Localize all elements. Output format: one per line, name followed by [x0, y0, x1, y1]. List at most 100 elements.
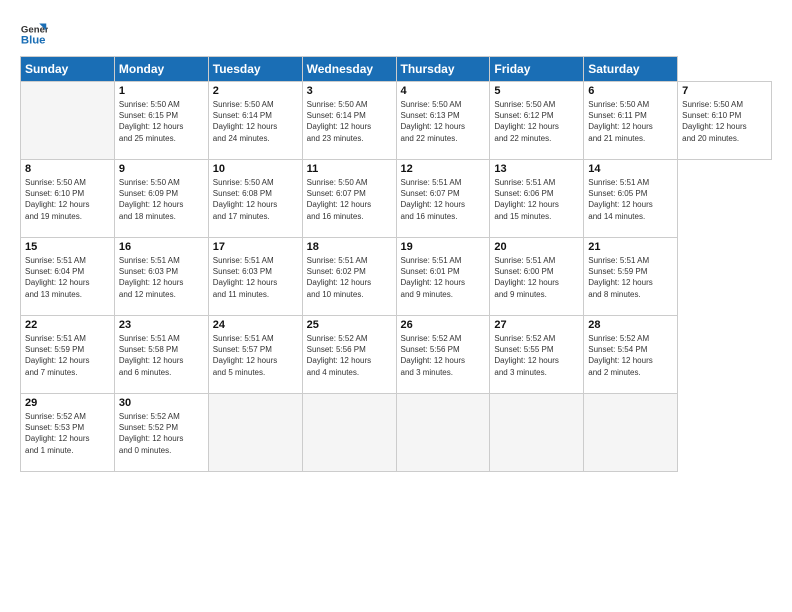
calendar-day-cell: 4 Sunrise: 5:50 AMSunset: 6:13 PMDaylight… — [396, 82, 490, 160]
calendar-day-cell: 18 Sunrise: 5:51 AMSunset: 6:02 PMDayligh… — [302, 238, 396, 316]
day-info: Sunrise: 5:52 AMSunset: 5:55 PMDaylight:… — [494, 333, 579, 378]
day-info: Sunrise: 5:51 AMSunset: 6:03 PMDaylight:… — [119, 255, 204, 300]
header: General Blue — [20, 16, 772, 48]
calendar-day-cell: 9Sunrise: 5:50 AMSunset: 6:09 PMDaylight… — [114, 160, 208, 238]
weekday-header: Friday — [490, 57, 584, 82]
calendar-day-cell: 11Sunrise: 5:50 AMSunset: 6:07 PMDayligh… — [302, 160, 396, 238]
calendar-day-cell: 24 Sunrise: 5:51 AMSunset: 5:57 PMDayligh… — [208, 316, 302, 394]
day-number: 5 — [494, 85, 579, 97]
day-number: 1 — [119, 85, 204, 97]
day-number: 22 — [25, 319, 110, 331]
day-info: Sunrise: 5:50 AMSunset: 6:14 PMDaylight:… — [307, 99, 392, 144]
calendar-day-cell: 3 Sunrise: 5:50 AMSunset: 6:14 PMDaylight… — [302, 82, 396, 160]
calendar-day-cell: 30 Sunrise: 5:52 AMSunset: 5:52 PMDayligh… — [114, 394, 208, 472]
day-info: Sunrise: 5:52 AMSunset: 5:56 PMDaylight:… — [307, 333, 392, 378]
day-number: 7 — [682, 85, 767, 97]
day-info: Sunrise: 5:50 AMSunset: 6:14 PMDaylight:… — [213, 99, 298, 144]
calendar-day-cell — [302, 394, 396, 472]
day-info: Sunrise: 5:51 AMSunset: 6:05 PMDaylight:… — [588, 177, 673, 222]
day-info: Sunrise: 5:51 AMSunset: 5:59 PMDaylight:… — [588, 255, 673, 300]
calendar-day-cell: 22 Sunrise: 5:51 AMSunset: 5:59 PMDayligh… — [21, 316, 115, 394]
day-info: Sunrise: 5:51 AMSunset: 5:57 PMDaylight:… — [213, 333, 298, 378]
day-info: Sunrise: 5:51 AMSunset: 6:04 PMDaylight:… — [25, 255, 110, 300]
calendar-day-cell: 13Sunrise: 5:51 AMSunset: 6:06 PMDayligh… — [490, 160, 584, 238]
day-number: 8 — [25, 163, 110, 175]
calendar-empty-cell — [21, 82, 115, 160]
day-number: 13 — [494, 163, 579, 175]
day-number: 21 — [588, 241, 673, 253]
day-number: 20 — [494, 241, 579, 253]
weekday-header: Tuesday — [208, 57, 302, 82]
day-number: 9 — [119, 163, 204, 175]
day-number: 30 — [119, 397, 204, 409]
day-number: 15 — [25, 241, 110, 253]
calendar-day-cell: 23 Sunrise: 5:51 AMSunset: 5:58 PMDayligh… — [114, 316, 208, 394]
weekday-header: Saturday — [584, 57, 678, 82]
day-number: 3 — [307, 85, 392, 97]
calendar-day-cell: 1 Sunrise: 5:50 AMSunset: 6:15 PMDaylight… — [114, 82, 208, 160]
calendar-week-row: 29 Sunrise: 5:52 AMSunset: 5:53 PMDayligh… — [21, 394, 772, 472]
day-number: 11 — [307, 163, 392, 175]
weekday-header: Wednesday — [302, 57, 396, 82]
day-info: Sunrise: 5:50 AMSunset: 6:08 PMDaylight:… — [213, 177, 298, 222]
calendar-week-row: 15 Sunrise: 5:51 AMSunset: 6:04 PMDayligh… — [21, 238, 772, 316]
calendar-day-cell: 8 Sunrise: 5:50 AMSunset: 6:10 PMDaylight… — [21, 160, 115, 238]
day-info: Sunrise: 5:51 AMSunset: 5:59 PMDaylight:… — [25, 333, 110, 378]
calendar-day-cell: 28 Sunrise: 5:52 AMSunset: 5:54 PMDayligh… — [584, 316, 678, 394]
day-info: Sunrise: 5:50 AMSunset: 6:10 PMDaylight:… — [25, 177, 110, 222]
day-number: 24 — [213, 319, 298, 331]
day-info: Sunrise: 5:52 AMSunset: 5:54 PMDaylight:… — [588, 333, 673, 378]
day-info: Sunrise: 5:51 AMSunset: 6:02 PMDaylight:… — [307, 255, 392, 300]
day-number: 26 — [401, 319, 486, 331]
calendar-day-cell — [584, 394, 678, 472]
calendar-day-cell: 2 Sunrise: 5:50 AMSunset: 6:14 PMDaylight… — [208, 82, 302, 160]
calendar-day-cell: 29 Sunrise: 5:52 AMSunset: 5:53 PMDayligh… — [21, 394, 115, 472]
calendar-day-cell: 21 Sunrise: 5:51 AMSunset: 5:59 PMDayligh… — [584, 238, 678, 316]
day-number: 29 — [25, 397, 110, 409]
calendar-day-cell: 27 Sunrise: 5:52 AMSunset: 5:55 PMDayligh… — [490, 316, 584, 394]
day-number: 14 — [588, 163, 673, 175]
calendar-week-row: 1 Sunrise: 5:50 AMSunset: 6:15 PMDaylight… — [21, 82, 772, 160]
calendar-day-cell — [490, 394, 584, 472]
day-number: 27 — [494, 319, 579, 331]
calendar-day-cell: 6 Sunrise: 5:50 AMSunset: 6:11 PMDaylight… — [584, 82, 678, 160]
calendar-header-row: SundayMondayTuesdayWednesdayThursdayFrid… — [21, 57, 772, 82]
day-info: Sunrise: 5:50 AMSunset: 6:13 PMDaylight:… — [401, 99, 486, 144]
calendar-day-cell: 20 Sunrise: 5:51 AMSunset: 6:00 PMDayligh… — [490, 238, 584, 316]
day-number: 6 — [588, 85, 673, 97]
calendar-day-cell — [396, 394, 490, 472]
svg-text:Blue: Blue — [21, 35, 46, 47]
day-number: 4 — [401, 85, 486, 97]
logo-icon: General Blue — [20, 20, 48, 48]
day-info: Sunrise: 5:51 AMSunset: 5:58 PMDaylight:… — [119, 333, 204, 378]
calendar-day-cell: 25 Sunrise: 5:52 AMSunset: 5:56 PMDayligh… — [302, 316, 396, 394]
calendar-body: 1 Sunrise: 5:50 AMSunset: 6:15 PMDaylight… — [21, 82, 772, 472]
day-info: Sunrise: 5:50 AMSunset: 6:11 PMDaylight:… — [588, 99, 673, 144]
day-number: 18 — [307, 241, 392, 253]
day-info: Sunrise: 5:52 AMSunset: 5:56 PMDaylight:… — [401, 333, 486, 378]
day-info: Sunrise: 5:52 AMSunset: 5:52 PMDaylight:… — [119, 411, 204, 456]
weekday-header: Sunday — [21, 57, 115, 82]
calendar-day-cell: 19Sunrise: 5:51 AMSunset: 6:01 PMDayligh… — [396, 238, 490, 316]
day-number: 19 — [401, 241, 486, 253]
day-info: Sunrise: 5:50 AMSunset: 6:10 PMDaylight:… — [682, 99, 767, 144]
calendar-week-row: 22 Sunrise: 5:51 AMSunset: 5:59 PMDayligh… — [21, 316, 772, 394]
day-info: Sunrise: 5:52 AMSunset: 5:53 PMDaylight:… — [25, 411, 110, 456]
day-number: 17 — [213, 241, 298, 253]
weekday-header: Monday — [114, 57, 208, 82]
day-number: 28 — [588, 319, 673, 331]
day-info: Sunrise: 5:51 AMSunset: 6:07 PMDaylight:… — [401, 177, 486, 222]
day-info: Sunrise: 5:51 AMSunset: 6:00 PMDaylight:… — [494, 255, 579, 300]
day-number: 12 — [401, 163, 486, 175]
calendar-day-cell: 10 Sunrise: 5:50 AMSunset: 6:08 PMDayligh… — [208, 160, 302, 238]
calendar-day-cell: 12 Sunrise: 5:51 AMSunset: 6:07 PMDayligh… — [396, 160, 490, 238]
calendar-day-cell: 15 Sunrise: 5:51 AMSunset: 6:04 PMDayligh… — [21, 238, 115, 316]
day-info: Sunrise: 5:50 AMSunset: 6:15 PMDaylight:… — [119, 99, 204, 144]
day-number: 10 — [213, 163, 298, 175]
calendar-day-cell — [208, 394, 302, 472]
day-number: 2 — [213, 85, 298, 97]
day-info: Sunrise: 5:51 AMSunset: 6:03 PMDaylight:… — [213, 255, 298, 300]
day-number: 25 — [307, 319, 392, 331]
calendar-week-row: 8 Sunrise: 5:50 AMSunset: 6:10 PMDaylight… — [21, 160, 772, 238]
day-number: 23 — [119, 319, 204, 331]
